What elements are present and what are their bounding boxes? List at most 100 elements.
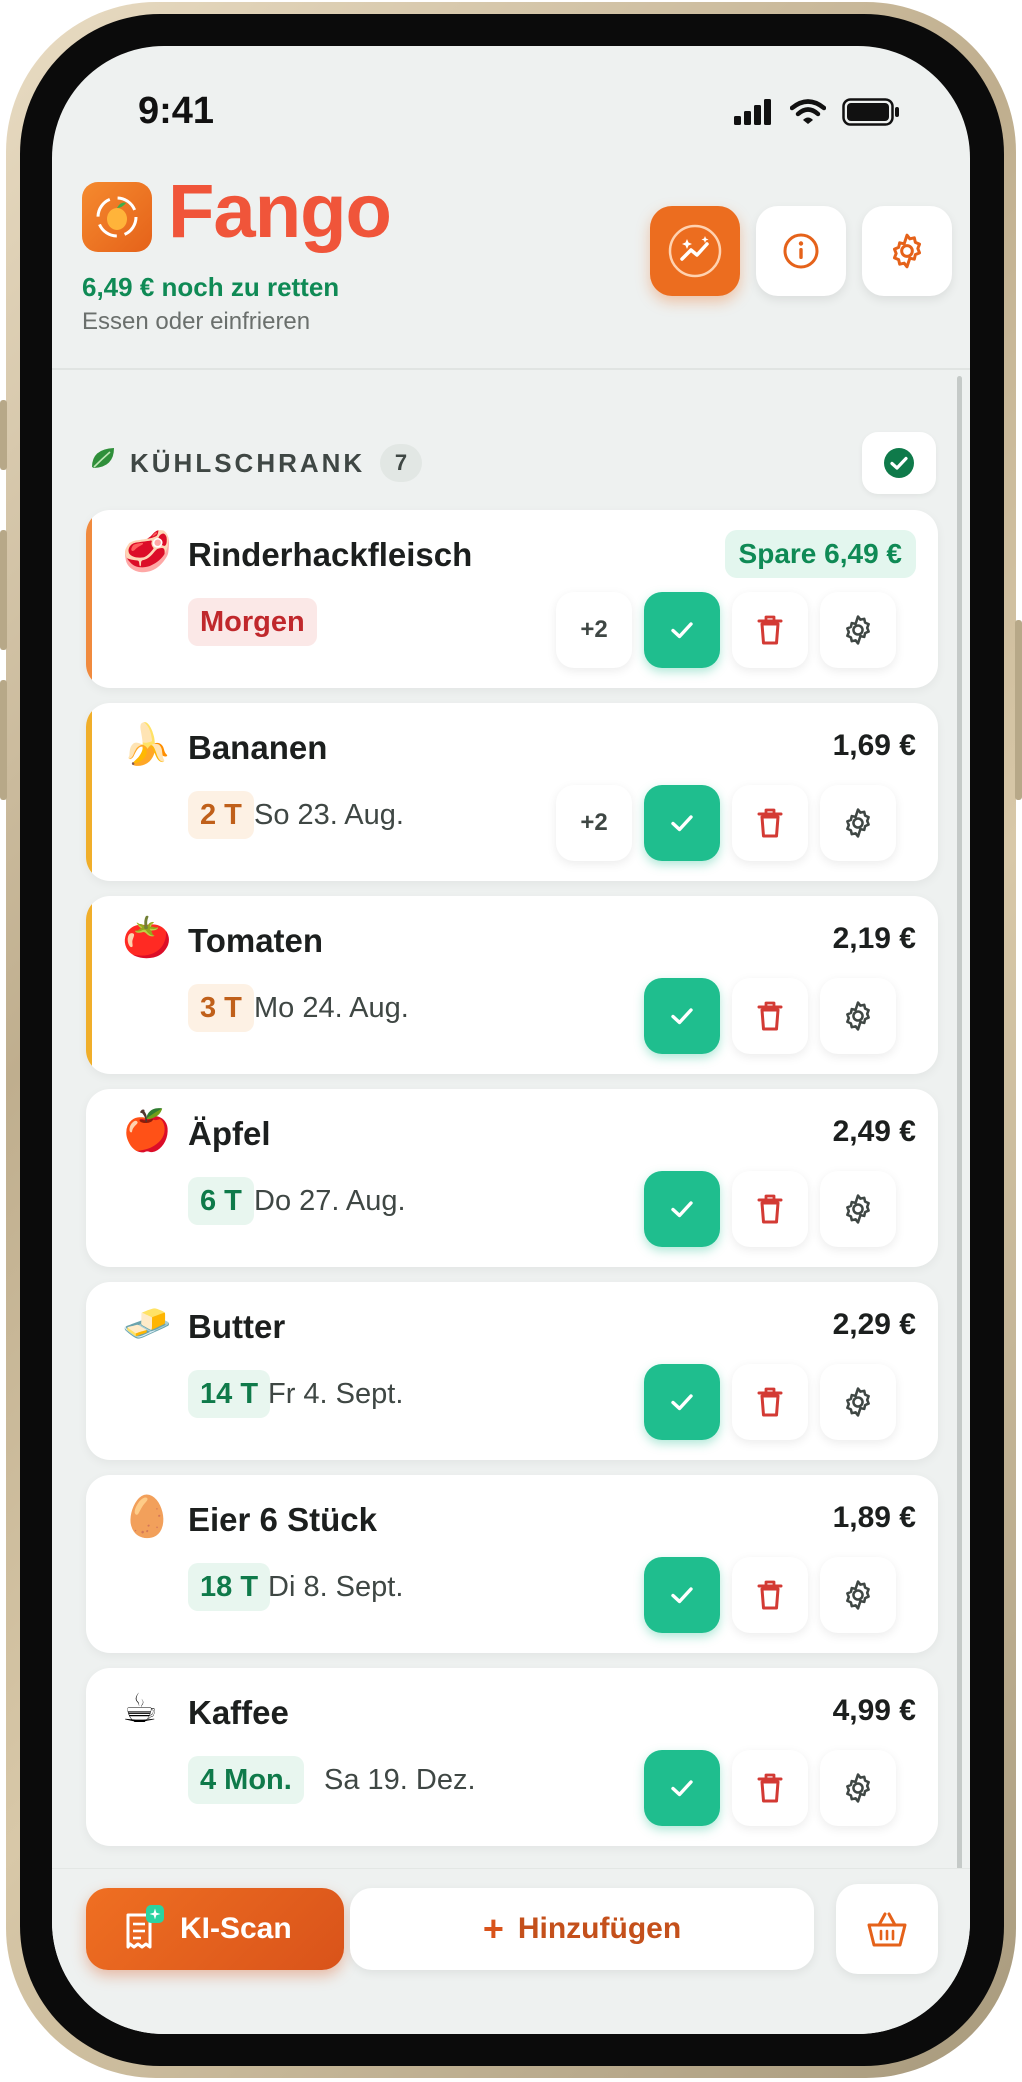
add-item-label: Hinzufügen <box>517 1912 682 1945</box>
item-card[interactable]: 🥚 Eier 6 Stück 1,89 € 18 T Di 8. Sept. <box>86 1475 938 1653</box>
item-price: 2,49 € <box>832 1115 916 1148</box>
item-card[interactable]: 🧈 Butter 2,29 € 14 T Fr 4. Sept. <box>86 1282 938 1460</box>
expiry-date: Sa 19. Dez. <box>324 1764 476 1796</box>
urgency-accent-bar <box>86 896 92 1074</box>
item-emoji-icon: ☕ <box>122 1687 158 1731</box>
delete-button[interactable] <box>732 1557 808 1633</box>
trash-icon <box>757 808 783 838</box>
gear-icon <box>846 1773 870 1803</box>
delete-button[interactable] <box>732 1750 808 1826</box>
item-settings-button[interactable] <box>820 1364 896 1440</box>
check-icon <box>671 622 693 639</box>
item-settings-button[interactable] <box>820 978 896 1054</box>
more-units-button[interactable]: +2 <box>556 785 632 861</box>
header-divider <box>52 368 970 370</box>
leaf-icon <box>92 448 114 468</box>
item-name: Kaffee <box>188 1694 289 1731</box>
info-button[interactable] <box>756 206 846 296</box>
item-settings-button[interactable] <box>820 1557 896 1633</box>
info-icon <box>783 233 819 269</box>
gear-icon <box>846 1580 870 1610</box>
check-circle-icon <box>884 448 914 478</box>
consumed-button[interactable] <box>644 785 720 861</box>
item-card[interactable]: ☕ Kaffee 4,99 € 4 Mon. Sa 19. Dez. <box>86 1668 938 1846</box>
item-name: Butter <box>188 1308 286 1345</box>
item-price: 1,69 € <box>832 729 916 762</box>
signal-icon <box>734 99 771 125</box>
gear-icon <box>846 1387 870 1417</box>
sparkle-chart-icon <box>668 224 722 278</box>
delete-button[interactable] <box>732 785 808 861</box>
app-title: Fango <box>168 169 392 254</box>
item-card[interactable]: 🍎 Äpfel 2,49 € 6 T Do 27. Aug. <box>86 1089 938 1267</box>
trash-icon <box>757 615 783 645</box>
remaining-value-text: 6,49 € noch zu retten <box>82 272 340 302</box>
item-card[interactable]: 🍅 Tomaten 2,19 € 3 T Mo 24. Aug. <box>86 896 938 1074</box>
delete-button[interactable] <box>732 1364 808 1440</box>
urgency-accent-bar <box>86 703 92 881</box>
expiry-date: Do 27. Aug. <box>254 1185 406 1217</box>
scrollbar[interactable] <box>957 376 962 1896</box>
volume-down-button <box>0 680 7 800</box>
consumed-button[interactable] <box>644 1364 720 1440</box>
item-name: Eier 6 Stück <box>188 1501 377 1538</box>
delete-button[interactable] <box>732 592 808 668</box>
item-emoji-icon: 🧈 <box>122 1302 172 1346</box>
ai-scan-label: KI-Scan <box>180 1912 292 1945</box>
shopping-basket-button[interactable] <box>836 1884 938 1974</box>
gear-icon <box>846 808 870 838</box>
item-name: Tomaten <box>188 922 324 959</box>
consumed-button[interactable] <box>644 592 720 668</box>
item-price: 4,99 € <box>832 1694 916 1727</box>
more-units-button[interactable]: +2 <box>556 592 632 668</box>
item-name: Rinderhackfleisch <box>188 536 473 573</box>
expiry-date: So 23. Aug. <box>254 799 404 831</box>
ai-scan-button[interactable]: KI-Scan <box>86 1888 344 1970</box>
settings-button[interactable] <box>862 206 952 296</box>
item-emoji-icon: 🍌 <box>122 723 172 767</box>
insights-button[interactable] <box>650 206 740 296</box>
consumed-button[interactable] <box>644 1750 720 1826</box>
item-settings-button[interactable] <box>820 1171 896 1247</box>
expiry-badge: 3 T <box>188 984 254 1032</box>
app-logo <box>82 182 152 252</box>
logo-mango-icon <box>96 196 138 238</box>
item-name: Bananen <box>188 729 328 766</box>
section-select-all-button[interactable] <box>862 432 936 494</box>
consumed-button[interactable] <box>644 1557 720 1633</box>
expiry-badge: 14 T <box>188 1370 271 1418</box>
urgency-accent-bar <box>86 510 92 688</box>
status-time: 9:41 <box>138 90 215 132</box>
expiry-date: Di 8. Sept. <box>268 1571 404 1603</box>
item-emoji-icon: 🍅 <box>122 916 172 960</box>
expiry-badge: 4 Mon. <box>188 1756 304 1804</box>
item-settings-button[interactable] <box>820 592 896 668</box>
check-icon <box>671 1201 693 1218</box>
expiry-badge: 2 T <box>188 791 254 839</box>
consumed-button[interactable] <box>644 978 720 1054</box>
trash-icon <box>757 1773 783 1803</box>
delete-button[interactable] <box>732 1171 808 1247</box>
add-item-button[interactable]: + Hinzufügen <box>350 1888 814 1970</box>
consumed-button[interactable] <box>644 1171 720 1247</box>
item-card[interactable]: 🥩 Rinderhackfleisch Spare 6,49 € Morgen +2 <box>86 510 938 688</box>
item-emoji-icon: 🍎 <box>122 1109 172 1153</box>
item-price: 2,19 € <box>832 922 916 955</box>
item-emoji-icon: 🥚 <box>122 1495 172 1539</box>
delete-button[interactable] <box>732 978 808 1054</box>
item-emoji-icon: 🥩 <box>122 530 172 574</box>
item-price: 1,89 € <box>832 1501 916 1534</box>
gear-icon <box>846 1001 870 1031</box>
status-icons <box>734 98 900 126</box>
expiry-badge: Morgen <box>188 598 317 646</box>
section-title: KÜHLSCHRANK <box>130 448 366 478</box>
item-price: Spare 6,49 € <box>724 530 916 578</box>
gear-icon <box>846 1194 870 1224</box>
receipt-scan-icon <box>126 1905 164 1949</box>
item-settings-button[interactable] <box>820 1750 896 1826</box>
trash-icon <box>757 1194 783 1224</box>
item-settings-button[interactable] <box>820 785 896 861</box>
item-card[interactable]: 🍌 Bananen 1,69 € 2 T So 23. Aug. +2 <box>86 703 938 881</box>
item-name: Äpfel <box>188 1115 271 1152</box>
gear-icon <box>846 615 870 645</box>
